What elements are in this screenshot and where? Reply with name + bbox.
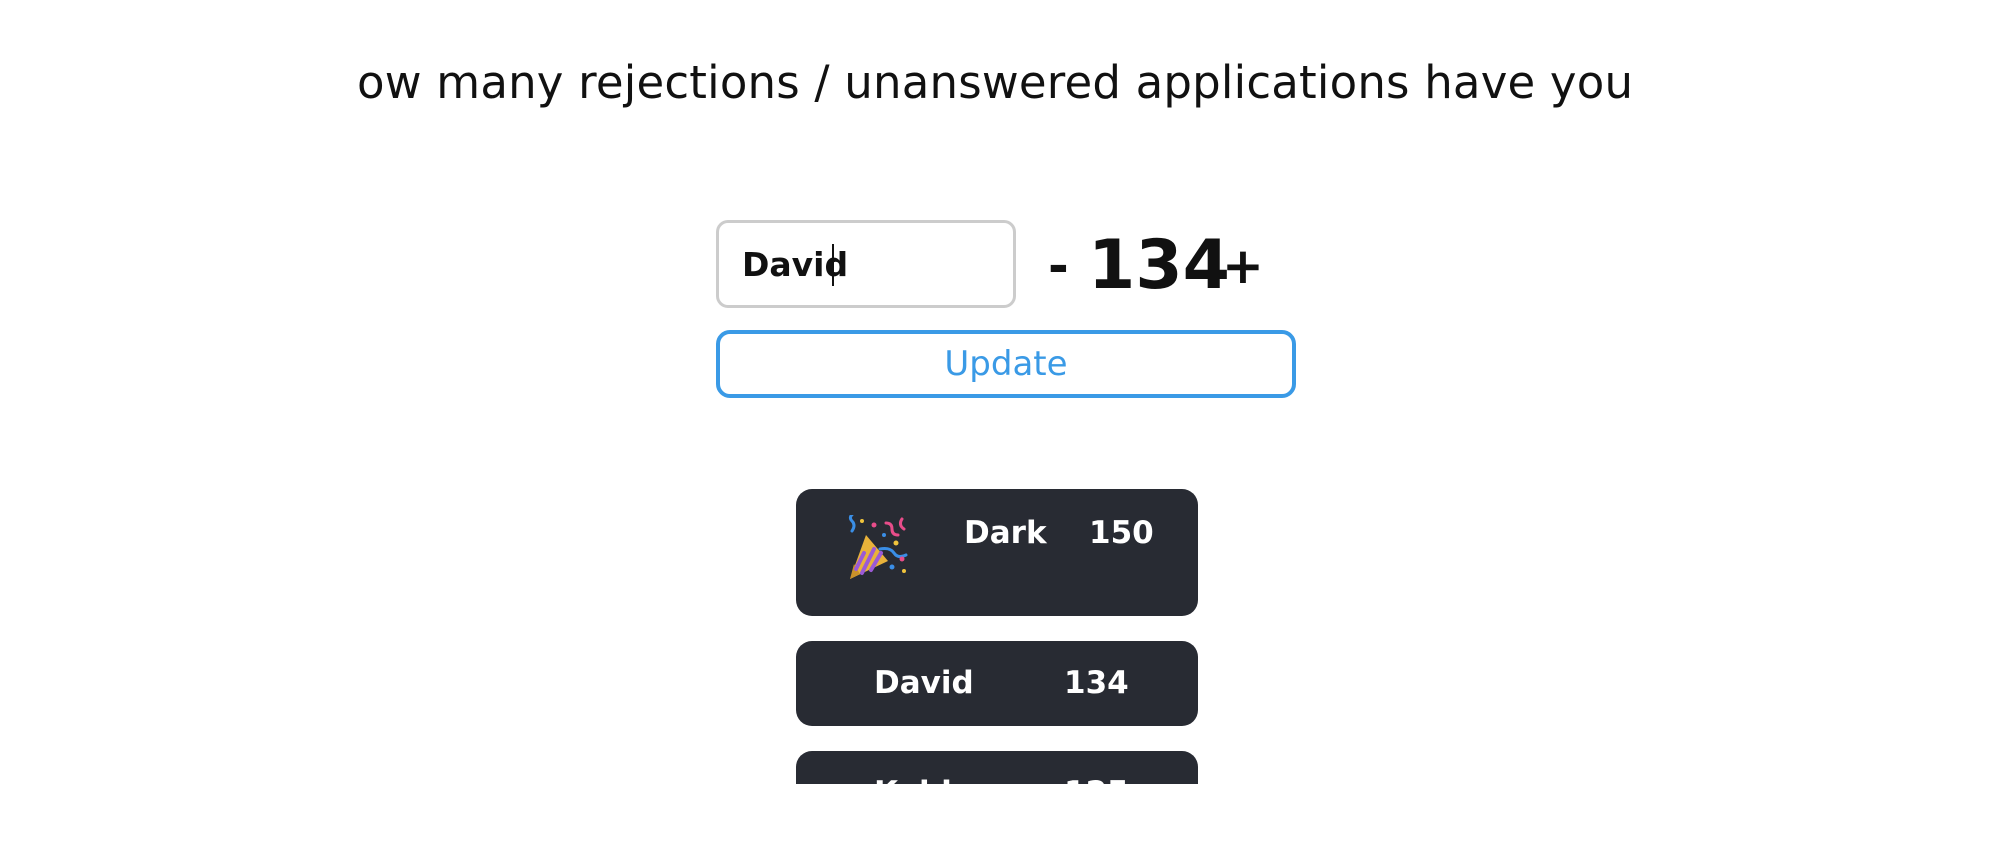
- rejection-count: 134: [1088, 226, 1230, 305]
- page-title: How many rejections / unanswered applica…: [359, 56, 1644, 109]
- party-popper-icon: [848, 515, 908, 579]
- leaderboard-count: 134: [1064, 665, 1129, 701]
- page: How many rejections / unanswered applica…: [0, 0, 2000, 855]
- decrement-button[interactable]: -: [1048, 226, 1069, 306]
- leaderboard-item: Kaldo 125: [796, 751, 1198, 784]
- page-title-container: How many rejections / unanswered applica…: [359, 48, 1644, 118]
- update-button[interactable]: Update: [716, 330, 1296, 398]
- name-input[interactable]: [716, 220, 1016, 308]
- leaderboard-item: David 134: [796, 641, 1198, 726]
- leaderboard-name: David: [874, 665, 974, 701]
- text-cursor: [832, 244, 834, 286]
- leaderboard: Dark 150 David 134 Kaldo 125: [0, 480, 2000, 784]
- leaderboard-name: Kaldo: [874, 775, 973, 784]
- increment-button[interactable]: +: [1222, 226, 1264, 306]
- leaderboard-count: 150: [1089, 515, 1154, 551]
- leaderboard-name: Dark: [964, 515, 1047, 551]
- leaderboard-item: Dark 150: [796, 489, 1198, 616]
- leaderboard-count: 125: [1064, 775, 1129, 784]
